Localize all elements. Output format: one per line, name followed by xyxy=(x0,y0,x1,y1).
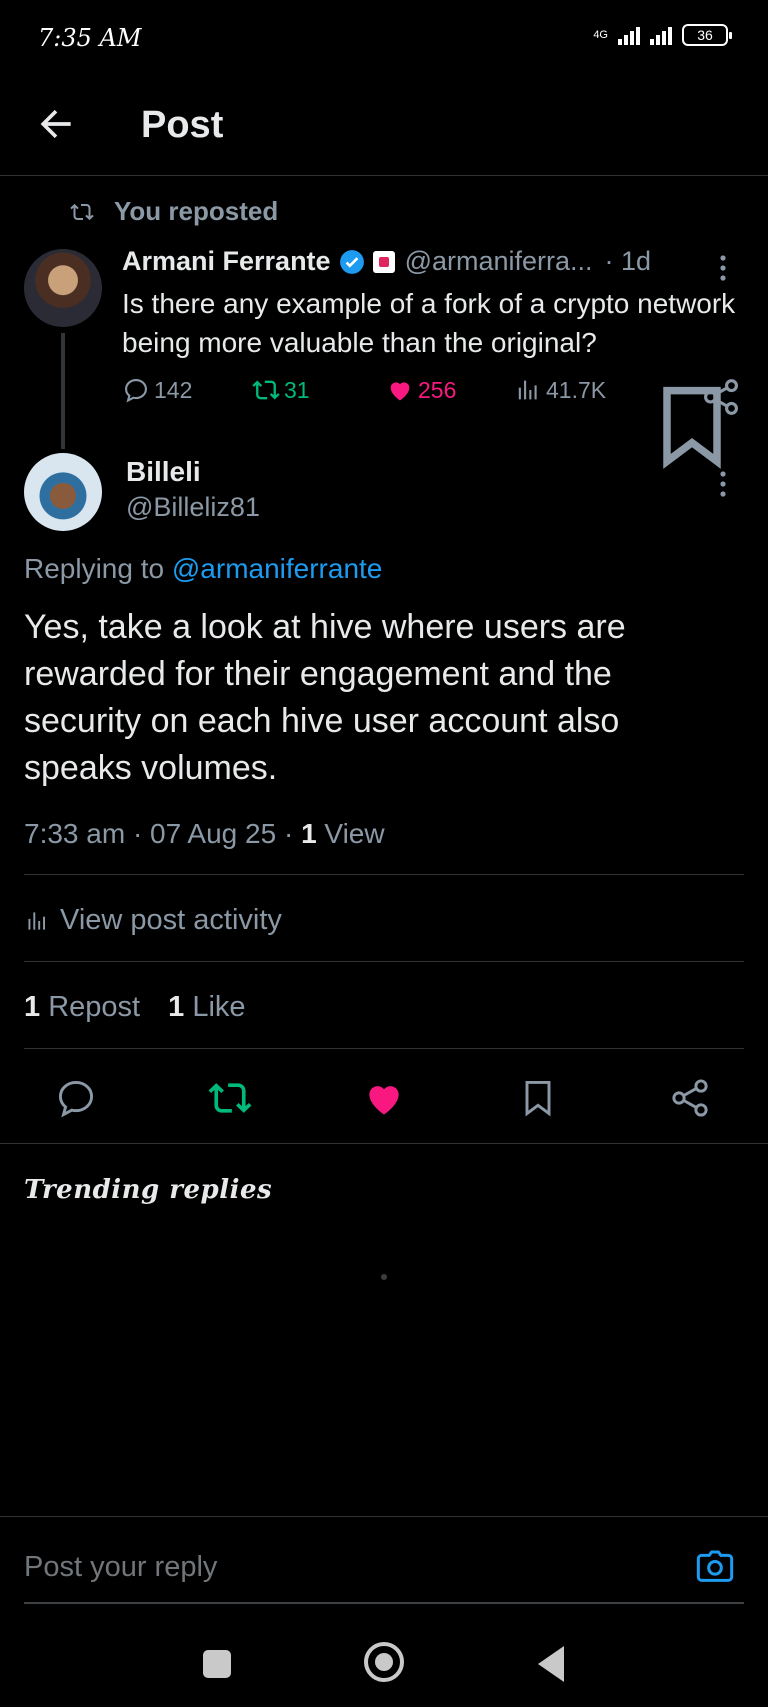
repost-icon xyxy=(70,203,94,220)
top-app-bar: Post xyxy=(0,80,768,176)
reply-icon xyxy=(125,379,147,403)
original-author-name[interactable]: Armani Ferrante xyxy=(122,246,331,277)
page-title: Post xyxy=(141,104,224,146)
replying-to-line: Replying to @armaniferrante xyxy=(24,553,382,585)
signal-icon-2 xyxy=(650,25,672,45)
avatar-billeli[interactable] xyxy=(24,453,102,531)
likes-stat[interactable]: 1 Like xyxy=(168,991,245,1023)
post-meta: 7:33 am · 07 Aug 25 · 1 View xyxy=(24,818,385,850)
reply-composer: Post your reply xyxy=(0,1516,768,1604)
reply-action[interactable]: 142 xyxy=(122,376,192,404)
view-label: View xyxy=(316,818,385,849)
avatar-armani[interactable] xyxy=(24,249,102,327)
view-count: 1 xyxy=(301,818,317,849)
repost-stat-count: 1 xyxy=(24,991,41,1023)
divider xyxy=(24,874,744,875)
reply-author-name[interactable]: Billeli xyxy=(126,456,201,488)
more-options-icon[interactable] xyxy=(718,254,728,282)
back-arrow-icon[interactable] xyxy=(34,102,78,146)
verified-badge-icon xyxy=(339,249,364,274)
original-author-handle[interactable]: @armaniferra... xyxy=(405,246,593,277)
like-stat-label: Like xyxy=(184,991,246,1023)
more-options-icon[interactable] xyxy=(718,470,728,498)
original-post-text[interactable]: Is there any example of a fork of a cryp… xyxy=(122,284,752,362)
reply-author-handle[interactable]: @Billeliz81 xyxy=(126,492,260,523)
section-divider xyxy=(0,1143,768,1144)
loading-indicator xyxy=(381,1274,387,1280)
affiliation-badge-icon xyxy=(372,250,395,273)
original-post-header: Armani Ferrante @armaniferra... · 1d xyxy=(122,246,728,277)
view-post-activity-link[interactable]: View post activity xyxy=(24,904,282,937)
views-count: 41.7K xyxy=(546,376,607,403)
status-bar: 7:35 AM 4G 36 xyxy=(0,0,768,80)
views-action[interactable]: 41.7K xyxy=(514,376,606,404)
repost-action[interactable]: 31 xyxy=(252,376,310,404)
post-timestamp: 7:33 am · 07 Aug 25 · xyxy=(24,818,302,849)
share-icon[interactable] xyxy=(668,1076,712,1120)
status-time: 7:35 AM xyxy=(38,24,142,52)
repost-icon[interactable] xyxy=(208,1076,252,1120)
system-nav-bar xyxy=(0,1620,768,1707)
views-chart-icon xyxy=(28,911,46,930)
system-back-button[interactable] xyxy=(538,1646,564,1682)
original-post-actions: 142 31 256 41.7K xyxy=(122,376,742,469)
repost-icon xyxy=(252,380,280,400)
recents-button[interactable] xyxy=(203,1650,231,1678)
bookmark-icon[interactable] xyxy=(516,1076,560,1120)
replying-prefix: Replying to xyxy=(24,553,165,584)
battery-icon: 36 xyxy=(682,24,732,46)
like-stat-count: 1 xyxy=(168,991,185,1023)
engagement-stats: 1 Repost 1 Like xyxy=(24,991,246,1024)
repost-stat-label: Repost xyxy=(40,991,141,1023)
repost-count: 31 xyxy=(284,376,310,403)
signal-icon xyxy=(618,25,640,45)
divider xyxy=(24,961,744,962)
repost-label: You reposted xyxy=(114,196,279,226)
like-count: 256 xyxy=(418,376,457,403)
heart-filled-icon xyxy=(390,382,410,401)
reply-input-underline xyxy=(24,1602,744,1604)
reply-icon[interactable] xyxy=(54,1076,98,1120)
status-icons: 4G 36 xyxy=(593,24,732,46)
share-icon[interactable] xyxy=(700,376,742,418)
original-post-time: · 1d xyxy=(604,246,652,276)
activity-label: View post activity xyxy=(60,904,282,936)
thread-connector xyxy=(61,333,65,449)
replying-to-mention[interactable]: @armaniferrante xyxy=(172,553,383,584)
like-action[interactable]: 256 xyxy=(386,376,456,404)
network-type: 4G xyxy=(593,29,608,41)
heart-filled-icon[interactable] xyxy=(362,1076,406,1120)
reply-input[interactable]: Post your reply xyxy=(24,1551,217,1584)
post-action-bar xyxy=(0,1070,768,1122)
trending-replies-toggle[interactable]: Trending replies xyxy=(24,1175,272,1205)
reposts-stat[interactable]: 1 Repost xyxy=(24,991,140,1023)
divider xyxy=(24,1048,744,1049)
views-chart-icon xyxy=(518,380,537,400)
home-button[interactable] xyxy=(364,1642,404,1682)
camera-icon[interactable] xyxy=(694,1547,736,1587)
reply-count: 142 xyxy=(154,376,193,403)
reply-post-text: Yes, take a look at hive where users are… xyxy=(24,608,626,787)
repost-indicator: You reposted xyxy=(68,196,278,227)
